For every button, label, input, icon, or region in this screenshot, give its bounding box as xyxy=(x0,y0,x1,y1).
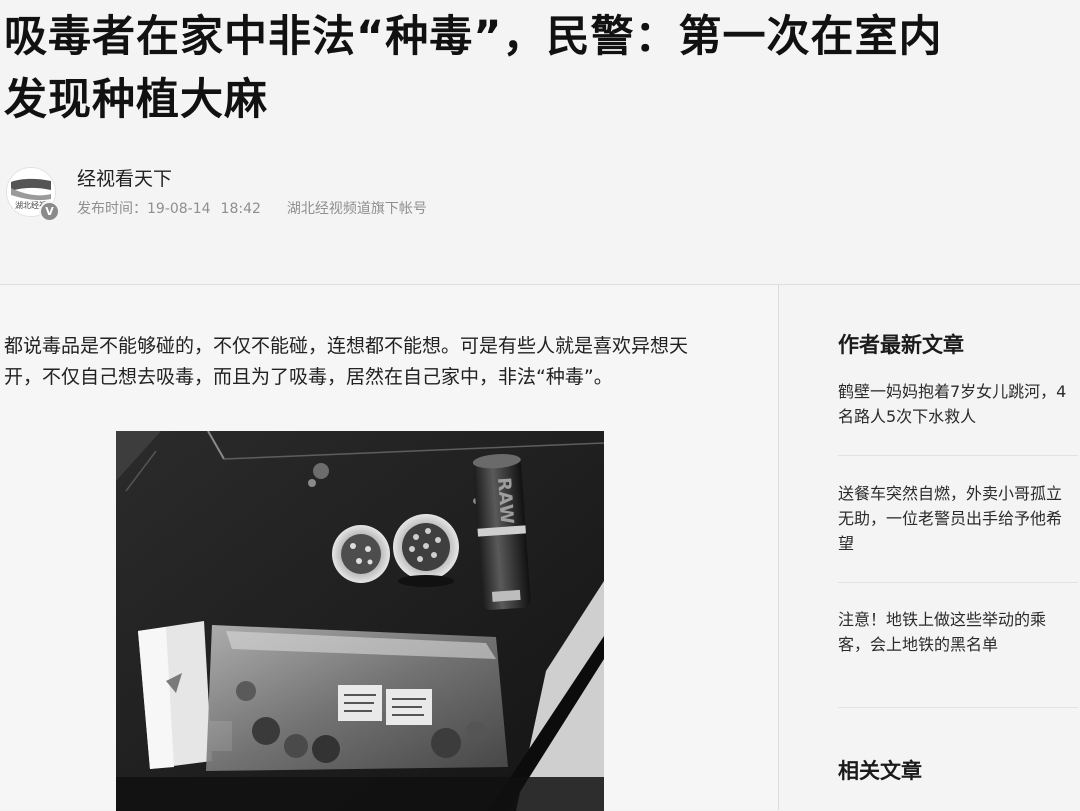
article-header: 吸毒者在家中非法“种毒”，民警：第一次在室内 发现种植大麻 湖北经视 V 经视看… xyxy=(0,0,1080,285)
divider xyxy=(838,582,1078,583)
article-body: 都说毒品是不能够碰的，不仅不能碰，连想都不能想。可是有些人就是喜欢异想天 开，不… xyxy=(0,285,779,811)
latest-article-line: 望 xyxy=(838,534,855,553)
article-title-line-2: 发现种植大麻 xyxy=(4,75,268,125)
latest-article-item[interactable]: 鹤壁一妈妈抱着7岁女儿跳河，4 名路人5次下水救人 xyxy=(838,379,1076,429)
seized-items-photo: RAW xyxy=(116,431,604,811)
latest-article-line: 鹤壁一妈妈抱着7岁女儿跳河，4 xyxy=(838,382,1067,401)
latest-article-line: 无助，一位老警员出手给予他希 xyxy=(838,509,1063,528)
article-intro-line-2: 开，不仅自己想去吸毒，而且为了吸毒，居然在自己家中，非法“种毒”。 xyxy=(4,366,613,388)
latest-article-line: 客，会上地铁的黑名单 xyxy=(838,635,999,654)
author-name[interactable]: 经视看天下 xyxy=(77,164,172,191)
related-articles-heading: 相关文章 xyxy=(838,759,922,783)
article-title-line-1: 吸毒者在家中非法“种毒”，民警：第一次在室内 xyxy=(4,12,943,62)
latest-articles-heading: 作者最新文章 xyxy=(838,333,964,357)
article-title: 吸毒者在家中非法“种毒”，民警：第一次在室内 发现种植大麻 xyxy=(4,6,1080,132)
sidebar: 作者最新文章 鹤壁一妈妈抱着7岁女儿跳河，4 名路人5次下水救人 送餐车突然自燃… xyxy=(779,285,1080,810)
divider xyxy=(838,707,1078,708)
evidence-bag xyxy=(206,625,508,771)
latest-article-line: 送餐车突然自燃，外卖小哥孤立 xyxy=(838,484,1063,503)
publish-date: 19-08-14 xyxy=(147,201,211,217)
article-intro-line-1: 都说毒品是不能够碰的，不仅不能碰，连想都不能想。可是有些人就是喜欢异想天 xyxy=(4,335,689,357)
article-photo[interactable]: RAW xyxy=(116,431,604,811)
divider xyxy=(838,455,1078,456)
verified-v-icon: V xyxy=(39,201,60,222)
publish-meta: 发布时间：19-08-14 18:42 湖北经视频道旗下帐号 xyxy=(77,198,427,218)
grinder-lid xyxy=(332,525,390,583)
latest-article-line: 名路人5次下水救人 xyxy=(838,407,977,426)
publish-time: 18:42 xyxy=(220,201,261,217)
publish-label: 发布时间： xyxy=(77,201,147,217)
account-description: 湖北经视频道旗下帐号 xyxy=(286,201,427,217)
latest-article-item[interactable]: 送餐车突然自燃，外卖小哥孤立 无助，一位老警员出手给予他希 望 xyxy=(838,481,1076,556)
article-intro: 都说毒品是不能够碰的，不仅不能碰，连想都不能想。可是有些人就是喜欢异想天 开，不… xyxy=(4,331,744,393)
article-page: 吸毒者在家中非法“种毒”，民警：第一次在室内 发现种植大麻 湖北经视 V 经视看… xyxy=(0,0,1080,811)
latest-article-line: 注意！地铁上做这些举动的乘 xyxy=(838,610,1047,629)
can-label: RAW xyxy=(493,477,517,525)
latest-article-item[interactable]: 注意！地铁上做这些举动的乘 客，会上地铁的黑名单 xyxy=(838,607,1076,657)
